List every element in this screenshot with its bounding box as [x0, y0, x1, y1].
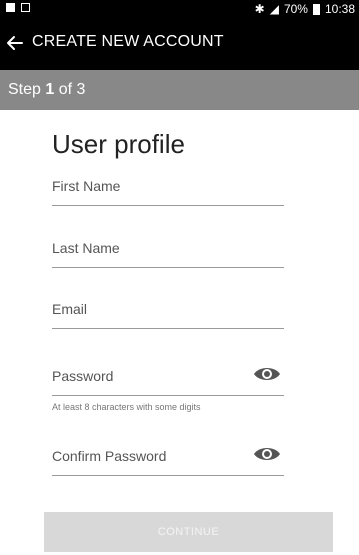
image-notification-icon: [6, 3, 15, 12]
status-bar: ✱ ◢ 70% 10:38: [0, 0, 359, 18]
app-bar: CREATE NEW ACCOUNT: [0, 18, 359, 70]
message-notification-icon: [21, 3, 30, 12]
last-name-placeholder: Last Name: [52, 240, 120, 256]
first-name-placeholder: First Name: [52, 178, 121, 194]
password-placeholder: Password: [52, 368, 114, 384]
email-field[interactable]: Email: [52, 293, 284, 329]
battery-percent: 70%: [283, 2, 308, 16]
clock: 10:38: [324, 2, 355, 16]
first-name-underline: [52, 205, 284, 206]
confirm-password-underline: [52, 475, 284, 476]
step-prefix: Step: [8, 81, 46, 98]
battery-icon: [312, 3, 320, 15]
page-title: User profile: [52, 129, 185, 159]
password-field[interactable]: Password: [52, 360, 284, 396]
password-underline: [52, 395, 284, 396]
password-hint: At least 8 characters with some digits: [52, 402, 201, 412]
last-name-underline: [52, 267, 284, 268]
continue-button[interactable]: CONTINUE: [44, 512, 333, 552]
email-placeholder: Email: [52, 301, 88, 317]
email-underline: [52, 328, 284, 329]
confirm-password-placeholder: Confirm Password: [52, 448, 167, 464]
confirm-password-field[interactable]: Confirm Password: [52, 440, 284, 476]
app-title: CREATE NEW ACCOUNT: [32, 33, 224, 50]
show-password-eye-icon[interactable]: [252, 364, 282, 384]
step-current: 1: [45, 81, 55, 98]
first-name-field[interactable]: First Name: [52, 170, 284, 206]
signal-icon: ◢: [269, 2, 279, 16]
step-indicator: Step 1 of 3: [0, 70, 359, 110]
last-name-field[interactable]: Last Name: [52, 232, 284, 268]
back-arrow-icon[interactable]: [4, 32, 26, 54]
bluetooth-icon: ✱: [254, 2, 265, 16]
show-confirm-password-eye-icon[interactable]: [252, 444, 282, 464]
step-suffix: of 3: [54, 81, 86, 98]
